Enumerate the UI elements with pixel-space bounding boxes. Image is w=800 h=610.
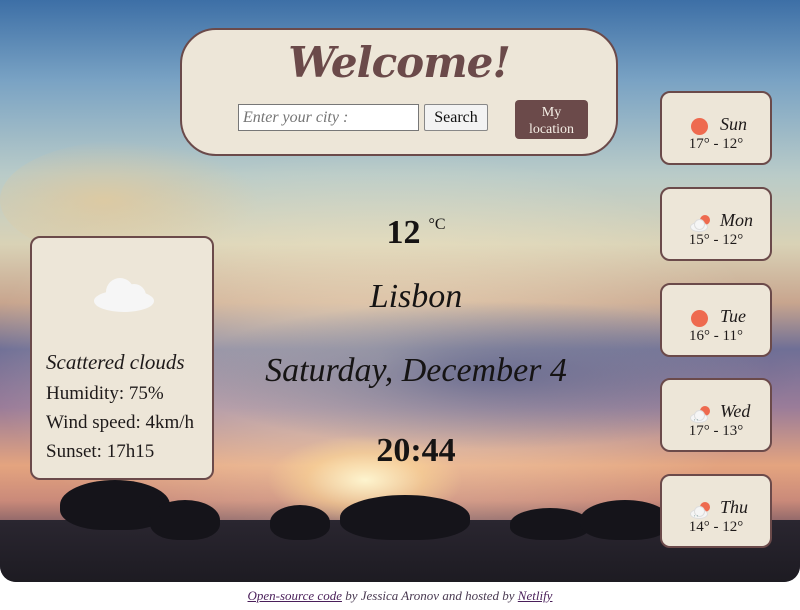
background-tree [510, 508, 590, 540]
rain-sun-icon: ' ' [690, 500, 710, 522]
my-location-button[interactable]: My location [515, 100, 588, 139]
background-tree [270, 505, 330, 540]
rain-sun-icon: ' ' [690, 404, 710, 426]
cloud-icon [94, 276, 154, 312]
forecast-card: Sun 17° - 12° [660, 91, 772, 165]
search-panel: Welcome! Search My location [180, 28, 618, 156]
forecast-day: Thu [720, 497, 749, 517]
forecast-card: ' ' Wed 17° - 13° [660, 378, 772, 452]
forecast-card: ' ' Thu 14° - 12° [660, 474, 772, 548]
forecast-range: 16° - 11° [689, 328, 743, 344]
wind-speed-text: Wind speed: 4km/h [46, 412, 195, 433]
current-time: 20:44 [376, 432, 456, 469]
forecast-range: 15° - 12° [688, 232, 744, 248]
page-title: Welcome! [288, 38, 511, 87]
weather-details-panel: Scattered clouds Humidity: 75% Wind spee… [30, 236, 214, 480]
forecast-card: Mon 15° - 12° [660, 187, 772, 261]
my-location-label-line1: My [541, 104, 562, 120]
city-name: Lisbon [369, 278, 463, 315]
current-temperature: 12 °C [230, 214, 602, 252]
current-date: Saturday, December 4 [265, 352, 567, 389]
background-tree [150, 500, 220, 540]
forecast-card: Tue 16° - 11° [660, 283, 772, 357]
sun-icon [690, 309, 710, 329]
open-source-link[interactable]: Open-source code [248, 588, 342, 603]
forecast-day: Sun [720, 114, 747, 134]
netlify-link[interactable]: Netlify [518, 588, 553, 603]
weather-description: Scattered clouds [46, 350, 185, 374]
my-location-label-line2: location [528, 121, 575, 137]
city-search-input[interactable] [238, 104, 419, 131]
temperature-unit[interactable]: °C [428, 216, 445, 233]
forecast-range: 17° - 12° [688, 136, 744, 152]
temperature-value: 12 [386, 214, 421, 251]
forecast-range: 14° - 12° [688, 519, 744, 535]
forecast-range: 17° - 13° [688, 423, 744, 439]
sun-cloud-icon [690, 213, 710, 233]
app-background: Welcome! Search My location Scattered cl… [0, 0, 800, 582]
forecast-day: Mon [720, 210, 753, 230]
background-tree [580, 500, 670, 540]
search-button[interactable]: Search [424, 104, 488, 131]
sunset-text: Sunset: 17h15 [46, 441, 155, 462]
sun-icon [690, 117, 710, 137]
background-tree [340, 495, 470, 540]
forecast-day: Tue [720, 306, 747, 326]
forecast-day: Wed [720, 401, 751, 421]
footer-by-text: by Jessica Aronov and hosted by [345, 588, 515, 603]
footer: Open-source code by Jessica Aronov and h… [0, 588, 800, 604]
humidity-text: Humidity: 75% [46, 383, 164, 404]
